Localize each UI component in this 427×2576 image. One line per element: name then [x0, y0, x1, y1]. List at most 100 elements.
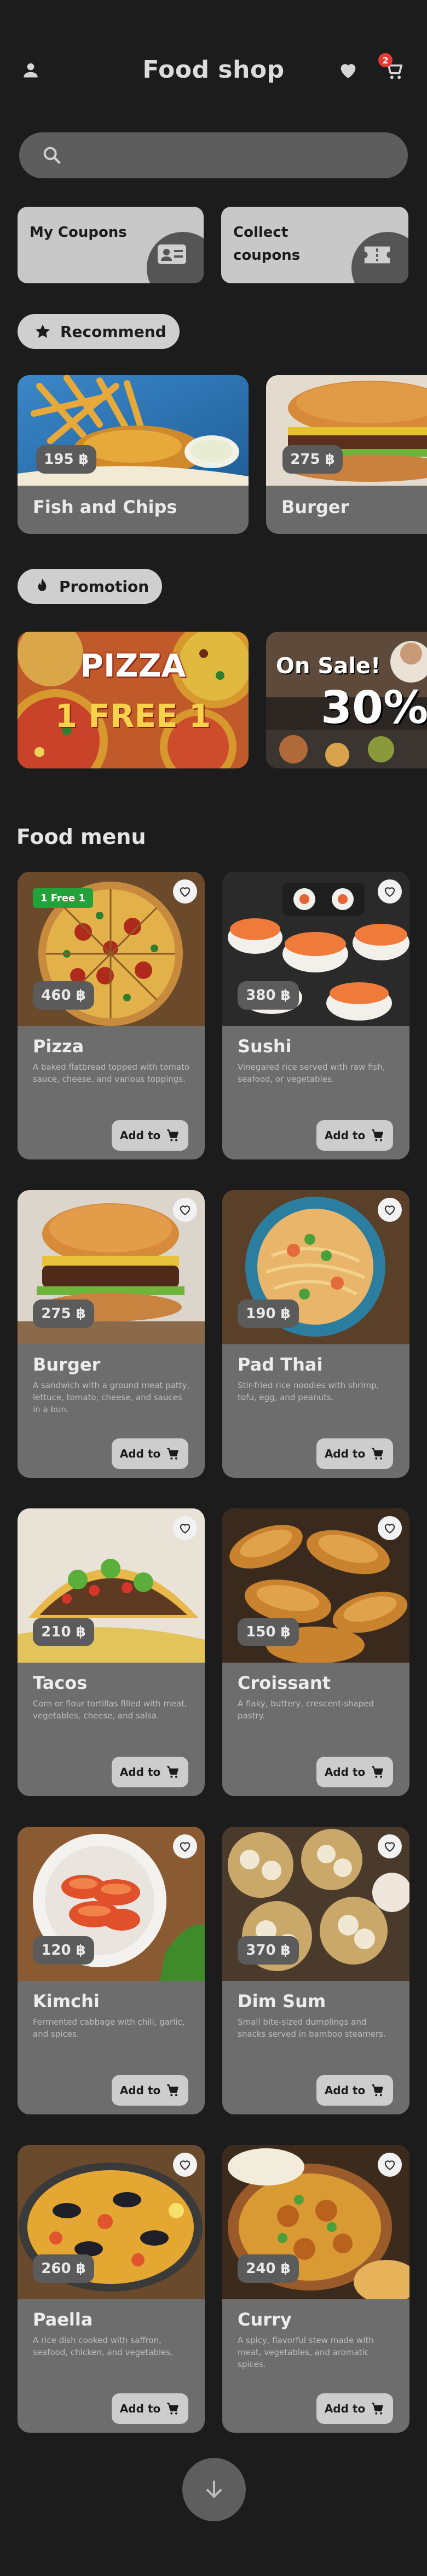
- my-coupons-card[interactable]: My Coupons: [18, 207, 204, 283]
- add-to-cart-button[interactable]: Add to: [316, 1120, 393, 1151]
- add-to-cart-button[interactable]: Add to: [112, 1120, 188, 1151]
- promo-banner-sale[interactable]: On Sale! 30%: [266, 632, 427, 768]
- menu-card-tacos[interactable]: 210 ฿ Tacos Corn or flour tortillas fill…: [18, 1508, 205, 1796]
- recommend-item-name: Fish and Chips: [33, 497, 177, 517]
- id-card-icon: [157, 243, 187, 268]
- menu-item-description: Small bite-sized dumplings and snacks se…: [238, 2017, 386, 2039]
- menu-item-name: Tacos: [33, 1672, 88, 1693]
- menu-card-curry[interactable]: 240 ฿ Curry A spicy, flavorful stew made…: [222, 2145, 409, 2433]
- add-to-label: Add to: [324, 1129, 366, 1142]
- menu-card-kimchi[interactable]: 120 ฿ Kimchi Fermented cabbage with chil…: [18, 1827, 205, 2114]
- star-icon: [34, 323, 51, 340]
- promo-sale-line2: 30%: [321, 682, 427, 734]
- favorite-heart-icon[interactable]: [378, 1834, 402, 1858]
- favorite-heart-icon[interactable]: [378, 1198, 402, 1222]
- add-to-cart-button[interactable]: Add to: [316, 2075, 393, 2106]
- add-to-cart-button[interactable]: Add to: [316, 1757, 393, 1787]
- favorite-heart-icon[interactable]: [173, 2153, 197, 2177]
- recommend-pill[interactable]: Recommend: [18, 314, 180, 349]
- collect-coupons-card[interactable]: Collect coupons: [221, 207, 408, 283]
- search-input[interactable]: [74, 143, 394, 168]
- menu-item-name: Curry: [238, 2309, 292, 2330]
- menu-card-croissant[interactable]: 150 ฿ Croissant A flaky, buttery, cresce…: [222, 1508, 409, 1796]
- recommend-card[interactable]: 275 ฿ Burger: [266, 375, 427, 534]
- menu-item-name: Pad Thai: [238, 1354, 323, 1375]
- menu-card-burger[interactable]: 275 ฿ Burger A sandwich with a ground me…: [18, 1190, 205, 1478]
- menu-item-name: Pizza: [33, 1036, 84, 1057]
- recommend-label: Recommend: [60, 322, 166, 341]
- menu-item-description: A spicy, flavorful stew made with meat, …: [238, 2335, 374, 2369]
- cart-icon: [167, 2403, 179, 2415]
- app-title: Food shop: [142, 56, 285, 84]
- menu-card-sushi[interactable]: 380 ฿ Sushi Vinegared rice served with r…: [222, 872, 409, 1159]
- favorite-heart-icon[interactable]: [378, 1516, 402, 1540]
- menu-item-description: Corn or flour tortillas filled with meat…: [33, 1699, 187, 1721]
- price-badge: 275 ฿: [282, 445, 343, 474]
- add-to-label: Add to: [119, 2402, 161, 2415]
- menu-card-pizza[interactable]: 1 Free 1 460 ฿ Pizza A baked flatbread t…: [18, 872, 205, 1159]
- menu-card-paella[interactable]: 260 ฿ Paella A rice dish cooked with saf…: [18, 2145, 205, 2433]
- promo-banner-pizza[interactable]: PIZZA 1 FREE 1: [18, 632, 249, 768]
- favorite-heart-icon[interactable]: [173, 1198, 197, 1222]
- cart-badge: 2: [378, 53, 393, 67]
- menu-item-name: Kimchi: [33, 1991, 100, 2012]
- add-to-label: Add to: [324, 2084, 366, 2097]
- add-to-cart-button[interactable]: Add to: [112, 2393, 188, 2424]
- collect-coupons-label: Collect coupons: [233, 224, 301, 264]
- add-to-cart-button[interactable]: Add to: [112, 1438, 188, 1469]
- heart-icon[interactable]: [337, 59, 359, 81]
- favorite-heart-icon[interactable]: [173, 1834, 197, 1858]
- menu-item-description: A sandwich with a ground meat patty, let…: [33, 1380, 190, 1414]
- menu-item-name: Sushi: [238, 1036, 292, 1057]
- cart-icon: [372, 1129, 384, 1141]
- price-badge: 150 ฿: [238, 1618, 299, 1646]
- cart-icon: [167, 1129, 179, 1141]
- menu-item-description: Vinegared rice served with raw fish, sea…: [238, 1062, 385, 1084]
- menu-card-pad-thai[interactable]: 190 ฿ Pad Thai Stir-fried rice noodles w…: [222, 1190, 409, 1478]
- search-bar[interactable]: [19, 132, 408, 178]
- add-to-label: Add to: [324, 1765, 366, 1779]
- price-badge: 120 ฿: [33, 1936, 94, 1965]
- recommend-card[interactable]: 195 ฿ Fish and Chips: [18, 375, 249, 534]
- menu-item-description: Stir-fried rice noodles with shrimp, tof…: [238, 1380, 379, 1402]
- arrow-down-icon: [206, 2480, 222, 2498]
- price-badge: 260 ฿: [33, 2254, 94, 2283]
- cart-icon: [167, 1766, 179, 1778]
- price-badge: 370 ฿: [238, 1936, 299, 1965]
- add-to-cart-button[interactable]: Add to: [316, 2393, 393, 2424]
- my-coupons-label: My Coupons: [30, 224, 127, 241]
- add-to-cart-button[interactable]: Add to: [112, 2075, 188, 2106]
- add-to-label: Add to: [324, 2402, 366, 2415]
- favorite-heart-icon[interactable]: [378, 2153, 402, 2177]
- price-badge: 240 ฿: [238, 2254, 299, 2283]
- cart-icon: [372, 2403, 384, 2415]
- price-badge: 210 ฿: [33, 1618, 94, 1646]
- menu-item-name: Dim Sum: [238, 1991, 326, 2012]
- price-badge: 190 ฿: [238, 1299, 299, 1328]
- search-icon: [41, 144, 63, 168]
- favorite-heart-icon[interactable]: [173, 1516, 197, 1540]
- menu-card-dim-sum[interactable]: 370 ฿ Dim Sum Small bite-sized dumplings…: [222, 1827, 409, 2114]
- menu-item-description: Fermented cabbage with chili, garlic, an…: [33, 2017, 185, 2039]
- menu-item-description: A flaky, buttery, crescent-shaped pastry…: [238, 1699, 374, 1721]
- menu-item-name: Burger: [33, 1354, 101, 1375]
- add-to-cart-button[interactable]: Add to: [112, 1757, 188, 1787]
- promotion-pill[interactable]: Promotion: [18, 569, 163, 604]
- favorite-heart-icon[interactable]: [173, 879, 197, 904]
- promo-tag: 1 Free 1: [33, 888, 94, 908]
- favorite-heart-icon[interactable]: [378, 879, 402, 904]
- scroll-down-button[interactable]: [182, 2458, 246, 2521]
- price-badge: 380 ฿: [238, 981, 299, 1010]
- add-to-label: Add to: [324, 1447, 366, 1460]
- recommend-item-name: Burger: [281, 497, 349, 517]
- add-to-cart-button[interactable]: Add to: [316, 1438, 393, 1469]
- menu-item-description: A baked flatbread topped with tomato sau…: [33, 1062, 190, 1084]
- promo-pizza-line1: PIZZA: [80, 647, 186, 684]
- add-to-label: Add to: [119, 1447, 161, 1460]
- price-badge: 460 ฿: [33, 981, 94, 1010]
- ticket-icon: [362, 244, 392, 268]
- menu-item-description: A rice dish cooked with saffron, seafood…: [33, 2335, 173, 2357]
- menu-item-name: Croissant: [238, 1672, 331, 1693]
- menu-item-name: Paella: [33, 2309, 93, 2330]
- cart-icon: [372, 2084, 384, 2096]
